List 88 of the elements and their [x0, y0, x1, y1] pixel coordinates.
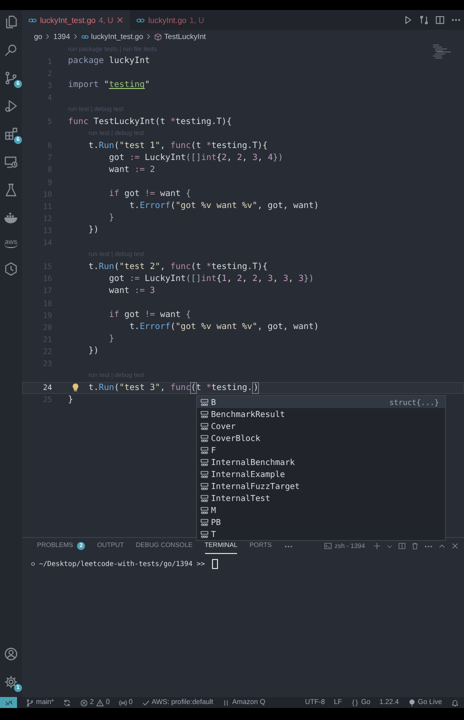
code-line: if got != want { [108, 310, 191, 320]
source-control-icon[interactable] [4, 71, 18, 85]
go-file-icon [28, 16, 37, 24]
close-icon[interactable] [451, 542, 459, 550]
pause-icon [222, 698, 230, 706]
bell-icon[interactable] [451, 698, 459, 706]
go-file-icon [81, 32, 90, 40]
remote-button[interactable] [0, 697, 17, 708]
cube-icon [154, 32, 162, 40]
suggestion-item[interactable]: InternalExample [197, 468, 445, 480]
code-line: }) [88, 225, 99, 236]
go-file-icon [136, 16, 146, 24]
code-line: } [108, 334, 114, 344]
struct-icon [200, 422, 209, 430]
text-cursor [212, 559, 218, 569]
code-line: } [108, 213, 114, 224]
flask-icon[interactable] [4, 183, 18, 197]
editor-tab[interactable]: luckyInt_test.go 4, U [22, 10, 130, 30]
status-circle-icon [30, 561, 36, 567]
struct-icon [200, 506, 209, 514]
code-line: t.Errorf("got %v want %v", got, want) [129, 322, 319, 332]
files-icon[interactable] [4, 15, 18, 29]
struct-icon [200, 470, 209, 478]
chevron-down-icon[interactable] [386, 542, 393, 550]
code-line: package luckyInt [68, 56, 150, 66]
account-icon[interactable] [4, 647, 18, 661]
terminal-icon [324, 542, 332, 550]
struct-icon [200, 410, 209, 418]
sync-icon[interactable] [62, 698, 71, 706]
struct-icon [200, 458, 209, 466]
suggestion-item[interactable]: M [197, 504, 445, 516]
settings-icon[interactable] [4, 675, 18, 689]
compare-changes-icon[interactable] [419, 15, 429, 25]
suggestion-item[interactable]: T [197, 528, 445, 540]
struct-icon [200, 518, 209, 526]
struct-icon [200, 434, 209, 442]
struct-icon [200, 482, 209, 490]
chevron-up-icon[interactable] [438, 542, 446, 550]
code-line: t.Run("test 2", func(t *testing.T){ [88, 262, 268, 272]
code-line: func TestLuckyInt(t *testing.T){ [68, 116, 232, 127]
suggestion-item[interactable]: BenchmarkResult [197, 408, 445, 420]
lightbulb-icon[interactable] [71, 383, 80, 392]
check-icon [142, 698, 150, 706]
code-line: if got != want { [108, 189, 191, 200]
editor-tab[interactable]: luckyInt.go 1, U [130, 10, 210, 30]
hexagon-clock-icon[interactable] [4, 262, 18, 276]
code-line: got := LuckyInt([]int{2, 2, 3, 4}) [108, 152, 284, 163]
braces-icon [351, 698, 360, 706]
code-line: import "testing" [68, 80, 150, 90]
trash-icon[interactable] [411, 542, 419, 550]
code-line: t.Errorf("got %v want %v", got, want) [129, 201, 319, 212]
warning-icon [96, 698, 104, 706]
split-icon[interactable] [398, 542, 406, 550]
suggestion-item[interactable]: CoverBlock [197, 432, 445, 444]
antenna-icon [118, 698, 127, 706]
suggestion-item[interactable]: Cover [197, 420, 445, 432]
split-editor-icon[interactable] [435, 15, 445, 25]
whale-icon[interactable] [4, 211, 18, 225]
code-line: t.Run("test 3", func(t *testing.) [88, 382, 258, 393]
remote-icon [4, 698, 12, 706]
close-icon[interactable] [116, 16, 124, 24]
code-line: want := 2 [108, 164, 156, 175]
error-icon [80, 698, 88, 706]
extensions-icon[interactable] [4, 127, 18, 141]
run-debug-icon[interactable] [4, 99, 18, 113]
code-line: t.Run("test 1", func(t *testing.T){ [88, 140, 268, 151]
struct-icon [200, 530, 209, 538]
run-icon[interactable] [403, 15, 413, 25]
struct-icon [200, 398, 209, 406]
suggestion-item[interactable]: InternalTest [197, 492, 445, 504]
suggestion-item[interactable]: PB [197, 516, 445, 528]
chevron-icon [72, 33, 80, 40]
code-line: want := 3 [108, 286, 156, 296]
code-line: got := LuckyInt([]int{1, 2, 2, 3, 3, 3}) [108, 274, 314, 284]
plus-icon[interactable] [373, 542, 381, 550]
code-line: }) [88, 346, 99, 356]
branch-icon [26, 698, 34, 706]
suggestion-item[interactable]: InternalBenchmark [197, 456, 445, 468]
struct-icon [200, 494, 209, 502]
suggestion-item[interactable]: InternalFuzzTarget [197, 480, 445, 492]
chevron-icon [44, 33, 52, 40]
chevron-icon [145, 33, 152, 40]
broadcast-icon [408, 698, 416, 706]
suggestion-item[interactable]: F [197, 444, 445, 456]
struct-icon [200, 446, 209, 454]
search-icon[interactable] [4, 43, 18, 57]
code-line: } [68, 394, 74, 405]
monitor-icon[interactable] [4, 155, 18, 169]
